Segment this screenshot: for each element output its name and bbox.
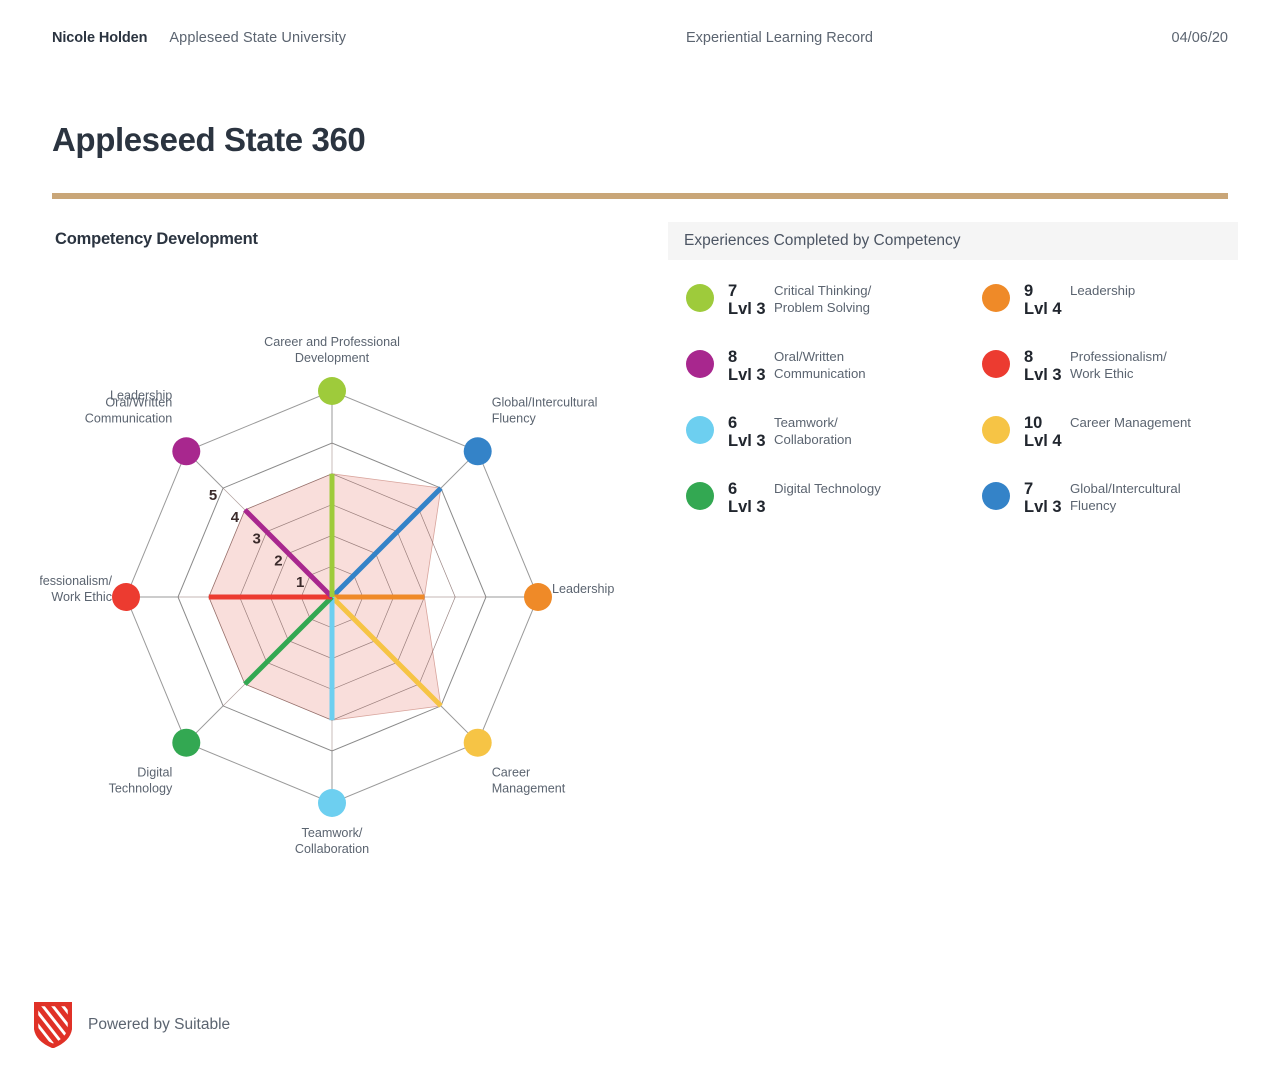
- legend-competency-label: Digital Technology: [774, 481, 881, 496]
- legend-color-dot-icon: [982, 350, 1010, 378]
- experiences-panel: Experiences Completed by Competency 7 Lv…: [668, 222, 1238, 546]
- legend-competency-label: Professionalism/ Work Ethic: [1070, 349, 1167, 381]
- legend-color-dot-icon: [982, 482, 1010, 510]
- radar-axis-label: Digital Technology: [109, 766, 173, 796]
- organization-name: Appleseed State University: [169, 30, 347, 46]
- legend-competency-label: Teamwork/ Collaboration: [774, 415, 852, 447]
- legend-color-dot-icon: [686, 350, 714, 378]
- footer: Powered by Suitable: [34, 1002, 230, 1048]
- radar-svg: 12345 Global/Intercultural Fluency Leaders…: [40, 335, 614, 856]
- legend-item-global-intercultural-fluency[interactable]: 7 Lvl 3 Global/Intercultural Fluency: [964, 480, 1238, 546]
- radar-tick-2: 2: [274, 552, 282, 569]
- legend-competency-label: Global/Intercultural Fluency: [1070, 481, 1181, 513]
- legend-count: 9 Lvl 4: [1024, 282, 1068, 319]
- record-date: 04/06/20: [1171, 30, 1228, 46]
- legend-color-dot-icon: [686, 482, 714, 510]
- student-name: Nicole Holden: [52, 30, 148, 46]
- legend-count: 6 Lvl 3: [728, 480, 772, 517]
- legend-item-career-management[interactable]: 10 Lvl 4 Career Management: [964, 414, 1238, 480]
- legend-color-dot-icon: [686, 416, 714, 444]
- legend-item-teamwork-collaboration[interactable]: 6 Lvl 3 Teamwork/ Collaboration: [668, 414, 964, 480]
- radar-tick-3: 3: [253, 531, 261, 548]
- legend-grid: 7 Lvl 3 Critical Thinking/ Problem Solvi…: [668, 282, 1238, 546]
- legend-count: 8 Lvl 3: [728, 348, 772, 385]
- radar-axis-node[interactable]: [318, 789, 346, 817]
- legend-level-value: Lvl 4: [1024, 300, 1062, 319]
- radar-axis-node[interactable]: [112, 583, 140, 611]
- radar-axis-label: Career and Professional Development: [264, 335, 400, 365]
- radar-axis-label: Professionalism/Work Ethic: [40, 574, 112, 604]
- competency-development-heading: Competency Development: [55, 230, 258, 248]
- page-title: Appleseed State 360: [52, 121, 366, 158]
- radar-axis-node[interactable]: [172, 728, 201, 757]
- legend-item-digital-technology[interactable]: 6 Lvl 3 Digital Technology: [668, 480, 964, 546]
- legend-count-value: 6: [728, 480, 738, 498]
- legend-competency-label: Oral/Written Communication: [774, 349, 866, 381]
- experiences-panel-heading: Experiences Completed by Competency: [668, 222, 1238, 260]
- footer-label: Powered by Suitable: [88, 1016, 231, 1033]
- record-title: Experiential Learning Record: [686, 30, 873, 46]
- radar-tick-1: 1: [296, 574, 304, 591]
- legend-competency-label: Leadership: [1070, 283, 1136, 298]
- legend-level-value: Lvl 3: [1024, 366, 1062, 385]
- legend-count-value: 10: [1024, 414, 1043, 432]
- radar-axis-node[interactable]: [172, 437, 201, 466]
- legend-count: 7 Lvl 3: [1024, 480, 1068, 517]
- legend-item-critical-thinking[interactable]: 7 Lvl 3 Critical Thinking/ Problem Solvi…: [668, 282, 964, 348]
- radar-axis-label: Global/Intercultural Fluency: [492, 395, 598, 425]
- radar-axis-node[interactable]: [318, 377, 346, 405]
- page-header: Nicole Holden Appleseed State University…: [0, 0, 1280, 72]
- legend-item-leadership[interactable]: 9 Lvl 4 Leadership: [964, 282, 1238, 348]
- legend-count: 10 Lvl 4: [1024, 414, 1068, 451]
- radar-tick-4: 4: [231, 509, 240, 526]
- radar-axis-label: Career Management: [492, 766, 566, 796]
- radar-axis-label: Leadership: [552, 582, 614, 596]
- legend-item-professionalism-work-ethic[interactable]: 8 Lvl 3 Professionalism/ Work Ethic: [964, 348, 1238, 414]
- radar-tick-5: 5: [209, 487, 217, 504]
- competency-radar-chart: 12345 Global/Intercultural Fluency Leaders…: [40, 290, 680, 910]
- radar-axis-node[interactable]: [463, 437, 492, 466]
- header-identity: Nicole Holden Appleseed State University: [52, 30, 346, 46]
- legend-item-oral-written-communication[interactable]: 8 Lvl 3 Oral/Written Communication: [668, 348, 964, 414]
- legend-level-value: Lvl 3: [728, 300, 766, 319]
- legend-competency-label: Career Management: [1070, 415, 1191, 430]
- title-divider: [52, 193, 1228, 199]
- legend-level-value: Lvl 3: [728, 366, 766, 385]
- legend-count: 7 Lvl 3: [728, 282, 772, 319]
- legend-count: 6 Lvl 3: [728, 414, 772, 451]
- title-block: Appleseed State 360: [52, 121, 366, 158]
- suitable-shield-logo-icon: [34, 1002, 72, 1048]
- legend-color-dot-icon: [982, 416, 1010, 444]
- legend-competency-label: Critical Thinking/ Problem Solving: [774, 283, 872, 315]
- legend-level-value: Lvl 3: [728, 498, 766, 517]
- radar-axis-node[interactable]: [524, 583, 552, 611]
- radar-axis-node[interactable]: [463, 728, 492, 757]
- radar-extra-axis-label: Leadership: [110, 388, 172, 402]
- legend-color-dot-icon: [686, 284, 714, 312]
- legend-count-value: 7: [728, 282, 738, 300]
- radar-axis-label: Teamwork/Collaboration: [295, 826, 369, 856]
- legend-level-value: Lvl 3: [1024, 498, 1062, 517]
- legend-count-value: 8: [1024, 348, 1034, 366]
- legend-level-value: Lvl 4: [1024, 432, 1062, 451]
- legend-count: 8 Lvl 3: [1024, 348, 1068, 385]
- legend-count-value: 9: [1024, 282, 1034, 300]
- legend-count-value: 8: [728, 348, 738, 366]
- legend-color-dot-icon: [982, 284, 1010, 312]
- legend-level-value: Lvl 3: [728, 432, 766, 451]
- legend-count-value: 6: [728, 414, 738, 432]
- legend-count-value: 7: [1024, 480, 1034, 498]
